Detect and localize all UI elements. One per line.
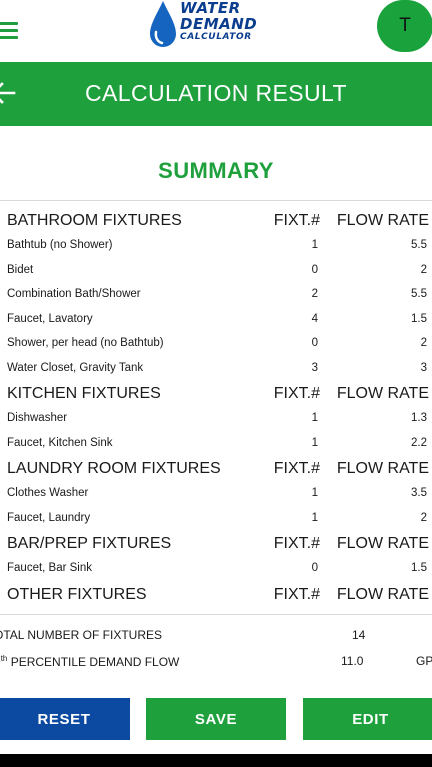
fixture-row: Faucet, Bar Sink 0 1.5 xyxy=(0,557,432,582)
section-header: KITCHEN FIXTURES FIXT.# FLOW RATE xyxy=(0,381,432,407)
column-header-qty: FIXT.# xyxy=(273,385,320,402)
fixture-count: 1 xyxy=(311,412,318,424)
total-fixtures-label: OTAL NUMBER OF FIXTURES xyxy=(0,628,163,642)
fixture-row: Clothes Washer 1 3.5 xyxy=(0,482,432,507)
fixture-count: 0 xyxy=(311,562,318,574)
section-header: BATHROOM FIXTURES FIXT.# FLOW RATE xyxy=(0,208,432,234)
section-header: OTHER FIXTURES FIXT.# FLOW RATE xyxy=(0,582,432,608)
fixture-count: 0 xyxy=(311,337,318,349)
column-header-rate: FLOW RATE xyxy=(336,212,429,229)
fixture-count: 2 xyxy=(311,288,318,300)
fixture-name: Bidet xyxy=(7,263,34,276)
section-title: OTHER FIXTURES xyxy=(7,585,147,603)
fixture-name: Combination Bath/Shower xyxy=(7,288,141,300)
section-title: BATHROOM FIXTURES xyxy=(7,212,182,229)
fixture-count: 1 xyxy=(311,239,318,251)
fixture-name: Clothes Washer xyxy=(7,487,89,499)
fixture-count: 1 xyxy=(311,487,318,499)
fixture-row: Bidet 0 2 xyxy=(0,259,432,284)
fixture-row: Faucet, Laundry 1 2 xyxy=(0,507,432,532)
divider xyxy=(0,200,432,201)
fixture-flow-rate: 1.5 xyxy=(411,312,427,325)
fixture-flow-rate: 3 xyxy=(420,361,427,374)
summary-heading: SUMMARY xyxy=(158,158,274,183)
fixture-name: Faucet, Lavatory xyxy=(7,312,93,325)
fixture-name: Bathtub (no Shower) xyxy=(7,239,113,251)
reset-button[interactable]: RESET xyxy=(0,698,130,740)
divider xyxy=(0,614,432,615)
fixture-flow-rate: 1.3 xyxy=(411,412,427,424)
app-logo: WATER DEMAND CALCULATOR xyxy=(148,0,288,52)
fixture-row: Shower, per head (no Bathtub) 0 2 xyxy=(0,332,432,357)
fixture-name: Dishwasher xyxy=(7,412,68,424)
fixture-row: Water Closet, Gravity Tank 3 3 xyxy=(0,357,432,382)
edit-button[interactable]: EDIT xyxy=(303,698,432,740)
column-header-rate: FLOW RATE xyxy=(336,460,429,477)
column-header-rate: FLOW RATE xyxy=(336,535,429,552)
fixture-count: 0 xyxy=(311,263,318,276)
fixture-row: Combination Bath/Shower 2 5.5 xyxy=(0,283,432,308)
fixture-flow-rate: 2 xyxy=(420,337,427,349)
demand-flow-value: 11.0 xyxy=(341,654,364,668)
fixture-name: Water Closet, Gravity Tank xyxy=(7,361,144,374)
fixture-flow-rate: 5.5 xyxy=(411,288,427,300)
fixture-flow-rate: 2 xyxy=(420,263,427,276)
fixtures-table[interactable]: BATHROOM FIXTURES FIXT.# FLOW RATE Bathtub … xyxy=(0,208,432,614)
section-title: BAR/PREP FIXTURES xyxy=(7,535,172,552)
fixture-flow-rate: 2.2 xyxy=(411,436,427,449)
total-fixtures-row: OTAL NUMBER OF FIXTURES 14 xyxy=(0,622,432,648)
logo-wordmark: WATER DEMAND CALCULATOR xyxy=(180,0,257,42)
fixture-flow-rate: 2 xyxy=(420,511,427,524)
totals-panel: OTAL NUMBER OF FIXTURES 14 9th PERCENTIL… xyxy=(0,622,432,674)
page-title: CALCULATION RESULT xyxy=(85,80,347,106)
section-title: LAUNDRY ROOM FIXTURES xyxy=(7,460,221,477)
logo-line-2: DEMAND xyxy=(180,15,258,33)
title-bar: CALCULATION RESULT xyxy=(0,62,432,126)
column-header-qty: FIXT.# xyxy=(273,460,320,477)
section-title: KITCHEN FIXTURES xyxy=(7,385,161,402)
logo-line-3: CALCULATOR xyxy=(180,32,252,42)
fixture-count: 1 xyxy=(311,436,318,449)
fixture-name: Faucet, Bar Sink xyxy=(7,562,93,574)
column-header-qty: FIXT.# xyxy=(273,212,320,229)
total-fixtures-value: 14 xyxy=(352,628,366,642)
fixture-name: Shower, per head (no Bathtub) xyxy=(7,337,164,349)
fixture-name: Faucet, Kitchen Sink xyxy=(7,436,113,449)
demand-flow-row: 9th PERCENTILE DEMAND FLOW 11.0 GP xyxy=(0,648,432,674)
app-header: WATER DEMAND CALCULATOR T xyxy=(0,0,432,60)
save-button[interactable]: SAVE xyxy=(146,698,286,740)
logo-line-1: WATER xyxy=(180,0,241,17)
menu-icon[interactable] xyxy=(0,22,20,40)
demand-flow-label: 9th PERCENTILE DEMAND FLOW xyxy=(0,654,180,669)
column-header-qty: FIXT.# xyxy=(273,535,320,552)
column-header-qty: FIXT.# xyxy=(273,585,320,603)
fixture-count: 4 xyxy=(311,312,318,325)
user-avatar[interactable]: T xyxy=(377,0,432,52)
fixture-count: 1 xyxy=(311,511,318,524)
fixture-count: 3 xyxy=(311,361,318,374)
demand-flow-unit: GP xyxy=(416,654,432,668)
fixture-flow-rate: 3.5 xyxy=(411,487,427,499)
section-header: LAUNDRY ROOM FIXTURES FIXT.# FLOW RATE xyxy=(0,456,432,482)
fixture-flow-rate: 5.5 xyxy=(411,239,427,251)
system-nav-bar xyxy=(0,754,432,767)
fixture-row: Dishwasher 1 1.3 xyxy=(0,407,432,432)
fixture-name: Faucet, Laundry xyxy=(7,511,91,524)
fixture-row: Faucet, Kitchen Sink 1 2.2 xyxy=(0,432,432,457)
water-drop-icon xyxy=(150,1,176,47)
column-header-rate: FLOW RATE xyxy=(336,385,429,402)
fixture-row: Faucet, Lavatory 4 1.5 xyxy=(0,308,432,333)
fixture-row: Bathtub (no Shower) 1 5.5 xyxy=(0,234,432,259)
fixture-flow-rate: 1.5 xyxy=(411,562,427,574)
column-header-rate: FLOW RATE xyxy=(336,585,429,603)
section-header: BAR/PREP FIXTURES FIXT.# FLOW RATE xyxy=(0,531,432,557)
